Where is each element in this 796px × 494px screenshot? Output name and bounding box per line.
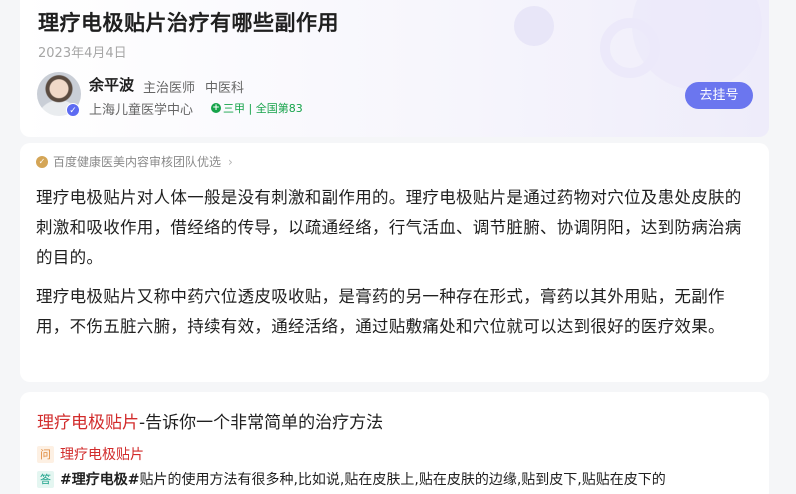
article-title: 理疗电极贴片治疗有哪些副作用 xyxy=(38,11,339,35)
medal-icon: ✓ xyxy=(36,155,48,168)
decoration-ring xyxy=(600,18,660,78)
publish-date: 2023年4月4日 xyxy=(38,46,127,61)
decoration-circle xyxy=(514,6,554,46)
article-paragraph: 理疗电极贴片又称中药穴位透皮吸收贴，是膏药的另一种存在形式，膏药以其外用贴，无副… xyxy=(36,287,725,336)
chevron-right-icon: › xyxy=(228,154,233,169)
answer-rest: 贴片的使用方法有很多种,比如说,贴在皮肤上,贴在皮肤的边缘,贴到皮下,贴贴在皮下… xyxy=(139,472,666,488)
related-article-title[interactable]: 理疗电极贴片-告诉你一个非常简单的治疗方法 xyxy=(37,408,383,433)
source-label: 百度健康医美内容审核团队优选 xyxy=(53,155,222,169)
question-text: 理疗电极贴片 xyxy=(60,447,144,463)
doctor-department: 中医科 xyxy=(205,81,245,96)
hospital-rank-text: 三甲 | 全国第83 xyxy=(223,102,303,115)
plus-circle-icon: + xyxy=(211,103,221,113)
related-article-card[interactable]: 理疗电极贴片-告诉你一个非常简单的治疗方法 问 理疗电极贴片 答 #理疗电极#贴… xyxy=(20,392,769,494)
doctor-name[interactable]: 余平波 xyxy=(89,74,134,95)
doctor-title: 主治医师 xyxy=(143,81,196,96)
answer-row[interactable]: 答 #理疗电极#贴片的使用方法有很多种,比如说,贴在皮肤上,贴在皮肤的边缘,贴到… xyxy=(37,469,666,489)
answer-bold: #理疗电极# xyxy=(60,472,140,488)
question-row[interactable]: 问 理疗电极贴片 xyxy=(37,444,144,464)
related-title-highlight: 理疗电极贴片 xyxy=(37,413,139,433)
article-paragraph: 理疗电极贴片对人体一般是没有刺激和副作用的。理疗电极贴片是通过药物对穴位及患处皮… xyxy=(36,188,742,267)
article-content-card: ✓ 百度健康医美内容审核团队优选 › 理疗电极贴片对人体一般是没有刺激和副作用的… xyxy=(20,143,769,382)
register-button[interactable]: 去挂号 xyxy=(685,82,753,109)
question-tag: 问 xyxy=(37,445,54,463)
hospital-rank-badge: + 三甲 | 全国第83 xyxy=(211,100,303,116)
answer-text: #理疗电极#贴片的使用方法有很多种,比如说,贴在皮肤上,贴在皮肤的边缘,贴到皮下… xyxy=(60,469,666,489)
source-link[interactable]: ✓ 百度健康医美内容审核团队优选 › xyxy=(36,153,233,170)
answer-tag: 答 xyxy=(37,470,54,488)
verified-check-icon: ✓ xyxy=(66,103,80,117)
hospital-name[interactable]: 上海儿童医学中心 xyxy=(89,99,193,118)
related-title-rest: -告诉你一个非常简单的治疗方法 xyxy=(139,413,384,433)
article-header-card: 理疗电极贴片治疗有哪些副作用 2023年4月4日 ✓ 余平波 主治医师 中医科 … xyxy=(20,0,769,137)
